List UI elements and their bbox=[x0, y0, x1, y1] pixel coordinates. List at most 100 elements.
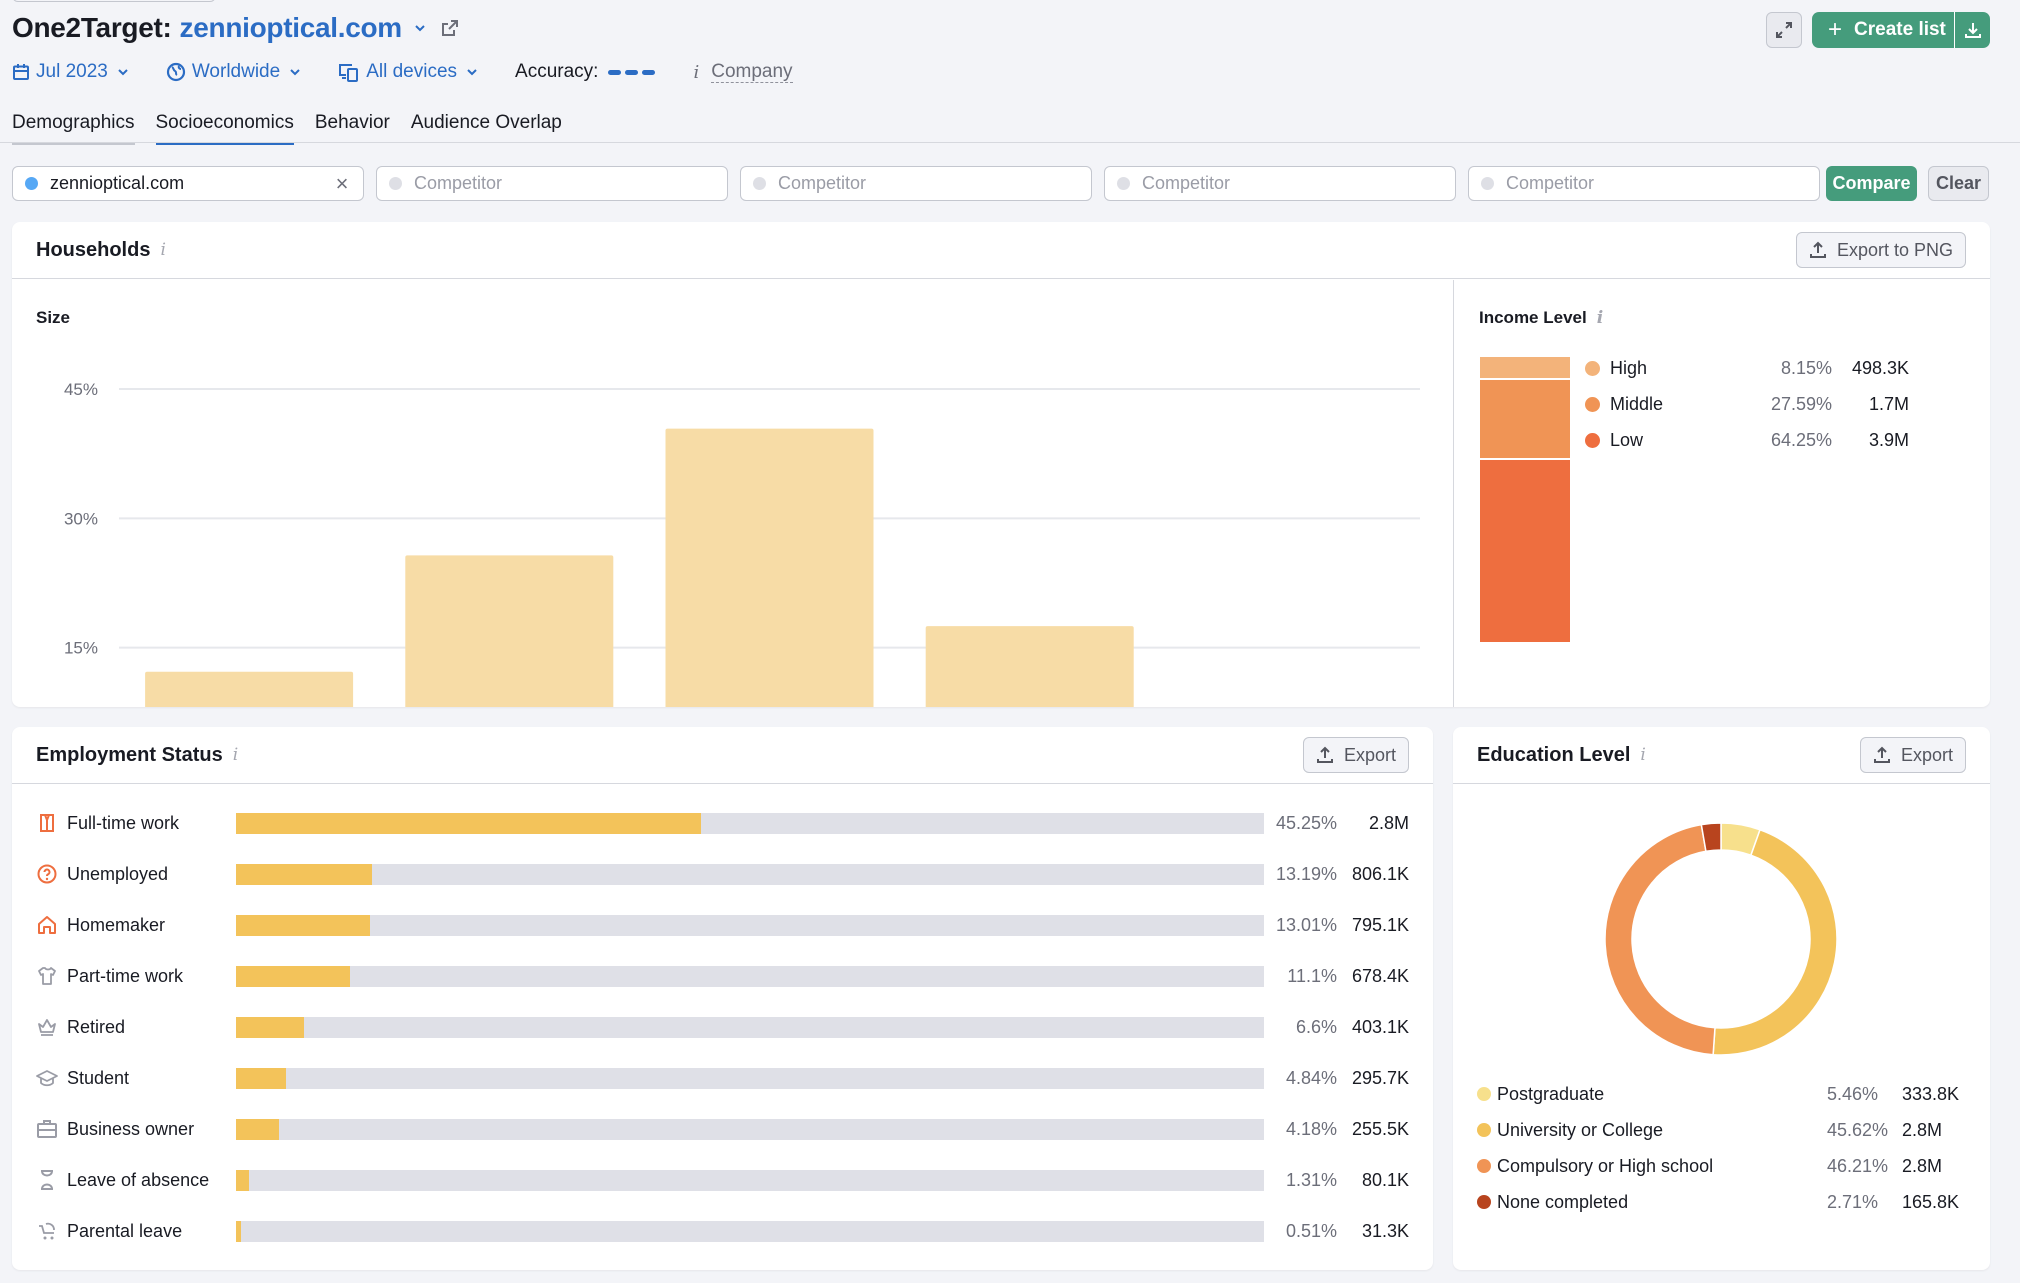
education-legend-row[interactable]: University or College 45.62% 2.8M bbox=[1477, 1117, 1967, 1143]
size-bar[interactable] bbox=[925, 626, 1134, 707]
employment-label: Unemployed bbox=[67, 863, 169, 884]
primary-domain-input[interactable] bbox=[50, 173, 333, 194]
employment-label: Part-time work bbox=[67, 965, 184, 986]
devices-filter[interactable]: All devices bbox=[338, 61, 479, 83]
income-legend-row[interactable]: Middle 27.59% 1.7M bbox=[1585, 392, 1909, 416]
competitor-field-4[interactable] bbox=[1468, 166, 1820, 201]
education-card: Education Level i Export Postgraduate 5.4… bbox=[1453, 727, 1990, 1270]
create-list-button[interactable]: + Create list bbox=[1812, 12, 1954, 48]
employment-row[interactable]: Full-time work 45.25% 2.8M bbox=[12, 808, 1433, 838]
info-icon[interactable]: i bbox=[1640, 745, 1645, 765]
income-percent: 64.25% bbox=[1770, 429, 1832, 450]
education-legend-row[interactable]: None completed 2.71% 165.8K bbox=[1477, 1189, 1967, 1215]
competitor-field-3[interactable] bbox=[1104, 166, 1456, 201]
employment-row[interactable]: Student 4.84% 295.7K bbox=[12, 1063, 1433, 1093]
households-divider bbox=[1453, 280, 1454, 707]
chevron-down-icon bbox=[290, 69, 300, 76]
info-icon[interactable]: i bbox=[233, 745, 238, 765]
employment-row[interactable]: Unemployed 13.19% 806.1K bbox=[12, 859, 1433, 889]
employment-percent: 45.25% bbox=[1275, 812, 1337, 833]
donut-slice[interactable] bbox=[1604, 823, 1716, 1056]
employment-row[interactable]: Parental leave 0.51% 31.3K bbox=[12, 1216, 1433, 1246]
competitor-field-1[interactable] bbox=[376, 166, 728, 201]
primary-domain-field[interactable]: × bbox=[12, 166, 364, 201]
info-icon[interactable]: i bbox=[1597, 308, 1603, 328]
plus-icon: + bbox=[1828, 16, 1843, 43]
employment-row[interactable]: Business owner 4.18% 255.5K bbox=[12, 1114, 1433, 1144]
export-label: Export bbox=[1900, 744, 1953, 765]
date-filter[interactable]: Jul 2023 bbox=[12, 61, 130, 83]
competitor-input-4[interactable] bbox=[1506, 173, 1807, 194]
clear-button[interactable]: Clear bbox=[1928, 166, 1989, 201]
tab-audience-overlap[interactable]: Audience Overlap bbox=[411, 112, 562, 145]
clear-field-icon[interactable]: × bbox=[333, 171, 351, 197]
employment-label: Parental leave bbox=[67, 1220, 183, 1241]
employment-percent: 1.31% bbox=[1285, 1169, 1337, 1190]
create-list-label: Create list bbox=[1854, 19, 1946, 40]
primary-color-dot bbox=[25, 177, 38, 190]
income-legend-row[interactable]: High 8.15% 498.3K bbox=[1585, 356, 1909, 380]
income-segment[interactable] bbox=[1480, 380, 1570, 460]
education-value: 2.8M bbox=[1902, 1155, 1943, 1176]
expand-button[interactable] bbox=[1766, 12, 1802, 48]
donut-slice[interactable] bbox=[1712, 828, 1838, 1056]
employment-value: 806.1K bbox=[1351, 863, 1409, 884]
size-bar[interactable] bbox=[665, 428, 874, 707]
size-bar[interactable] bbox=[145, 671, 354, 707]
employment-row[interactable]: Leave of absence 1.31% 80.1K bbox=[12, 1165, 1433, 1195]
income-value: 1.7M bbox=[1868, 393, 1909, 414]
employment-percent: 4.18% bbox=[1285, 1118, 1337, 1139]
expand-icon bbox=[1776, 22, 1792, 38]
company-info[interactable]: i Company bbox=[693, 61, 793, 83]
export-button[interactable]: Export bbox=[1859, 737, 1966, 773]
external-link-icon[interactable] bbox=[440, 18, 460, 38]
tab-bar: Demographics Socioeconomics Behavior Aud… bbox=[12, 112, 583, 145]
competitor-input-3[interactable] bbox=[1142, 173, 1443, 194]
employment-bar-track bbox=[236, 965, 1264, 987]
competitor-color-dot bbox=[753, 177, 766, 190]
domain-selector[interactable]: zennioptical.com bbox=[180, 12, 403, 44]
tab-demographics[interactable]: Demographics bbox=[12, 112, 135, 145]
education-value: 333.8K bbox=[1902, 1083, 1960, 1104]
compare-button[interactable]: Compare bbox=[1826, 166, 1917, 201]
education-header: Education Level i Export bbox=[1453, 727, 1990, 784]
employment-row[interactable]: Part-time work 11.1% 678.4K bbox=[12, 961, 1433, 991]
chevron-down-icon bbox=[467, 69, 477, 76]
stroller-icon bbox=[36, 1220, 58, 1242]
income-legend-row[interactable]: Low 64.25% 3.9M bbox=[1585, 428, 1909, 452]
education-percent: 2.71% bbox=[1827, 1191, 1879, 1212]
income-subtitle: Income Level i bbox=[1479, 308, 1603, 328]
accuracy-label: Accuracy: bbox=[515, 61, 599, 82]
region-filter[interactable]: Worldwide bbox=[166, 61, 302, 83]
size-bar[interactable] bbox=[405, 555, 614, 707]
education-legend-row[interactable]: Postgraduate 5.46% 333.8K bbox=[1477, 1081, 1967, 1107]
income-title: Income Level bbox=[1479, 308, 1587, 327]
income-segment[interactable] bbox=[1480, 357, 1570, 381]
employment-row[interactable]: Retired 6.6% 403.1K bbox=[12, 1012, 1433, 1042]
employment-bar-track bbox=[236, 1067, 1264, 1089]
info-icon[interactable]: i bbox=[160, 240, 165, 260]
download-icon bbox=[1964, 23, 1981, 38]
education-legend-row[interactable]: Compulsory or High school 46.21% 2.8M bbox=[1477, 1153, 1967, 1179]
employment-value: 255.5K bbox=[1351, 1118, 1409, 1139]
competitor-input-1[interactable] bbox=[414, 173, 715, 194]
employment-percent: 13.01% bbox=[1275, 914, 1337, 935]
globe-icon bbox=[166, 62, 185, 82]
education-label: Postgraduate bbox=[1497, 1083, 1605, 1104]
tab-socioeconomics[interactable]: Socioeconomics bbox=[155, 112, 294, 145]
tab-behavior[interactable]: Behavior bbox=[315, 112, 390, 145]
export-button[interactable]: Export bbox=[1302, 737, 1409, 773]
chevron-down-icon[interactable] bbox=[412, 20, 428, 36]
income-segment[interactable] bbox=[1480, 459, 1570, 644]
export-png-button[interactable]: Export to PNG bbox=[1795, 232, 1966, 268]
competitor-field-2[interactable] bbox=[740, 166, 1092, 201]
education-percent: 45.62% bbox=[1827, 1119, 1889, 1140]
employment-bar-track bbox=[236, 914, 1264, 936]
create-list-button-group: + Create list bbox=[1812, 12, 1990, 48]
employment-bar-fill bbox=[236, 1118, 279, 1140]
employment-value: 795.1K bbox=[1351, 914, 1409, 935]
download-button[interactable] bbox=[1954, 12, 1990, 48]
competitor-input-2[interactable] bbox=[778, 173, 1079, 194]
shirt-tie-icon bbox=[36, 812, 58, 834]
employment-row[interactable]: Homemaker 13.01% 795.1K bbox=[12, 910, 1433, 940]
